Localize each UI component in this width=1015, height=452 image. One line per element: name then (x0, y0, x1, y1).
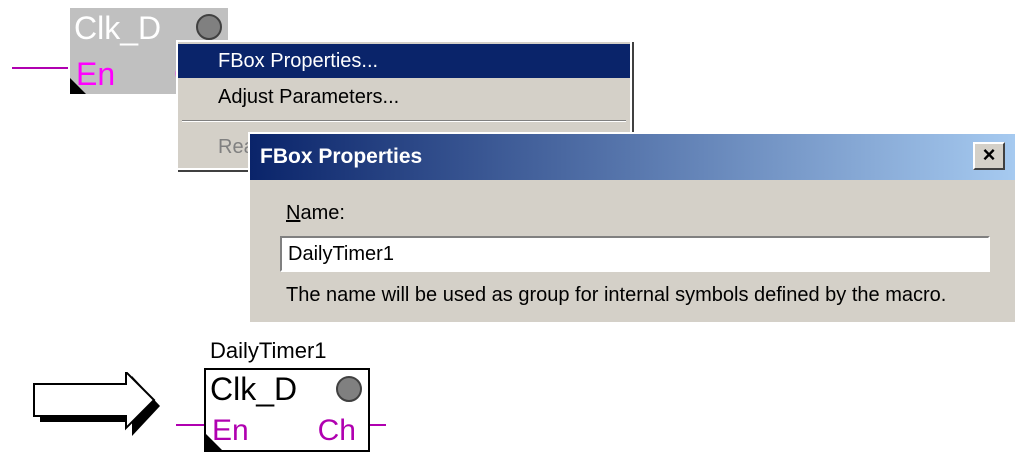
menu-item-fbox-properties[interactable]: FBox Properties... (178, 44, 630, 78)
close-button[interactable]: × (973, 142, 1005, 170)
right-arrow-icon (33, 372, 160, 436)
fbox-corner-marker-icon (70, 78, 86, 94)
name-hint-text: The name will be used as group for inter… (286, 284, 947, 306)
fbox-properties-dialog: FBox Properties × Name: DailyTimer1 The … (248, 132, 1015, 322)
fbox-clk-d-bottom[interactable]: Clk_D En Ch (204, 368, 370, 452)
menu-separator (182, 120, 626, 122)
fbox-pin-ch: Ch (317, 414, 356, 447)
menu-item-adjust-parameters[interactable]: Adjust Parameters... (178, 80, 630, 114)
name-input[interactable]: DailyTimer1 (280, 236, 990, 272)
input-wire-top (12, 67, 70, 69)
name-label-mnemonic: N (286, 202, 301, 224)
input-wire-bottom (176, 424, 206, 426)
name-field-label: Name: (286, 202, 345, 225)
fbox-instance-name: DailyTimer1 (210, 338, 327, 363)
fbox-corner-marker-icon (206, 434, 222, 450)
dialog-titlebar[interactable]: FBox Properties × (250, 134, 1015, 180)
output-wire-bottom (368, 424, 386, 426)
status-led-icon (196, 14, 222, 40)
fbox-title: Clk_D (210, 371, 298, 407)
close-icon: × (982, 142, 996, 167)
fbox-title: Clk_D (74, 10, 162, 46)
dialog-title: FBox Properties (260, 145, 423, 168)
status-led-icon (336, 376, 362, 402)
name-label-text: ame: (300, 202, 345, 224)
